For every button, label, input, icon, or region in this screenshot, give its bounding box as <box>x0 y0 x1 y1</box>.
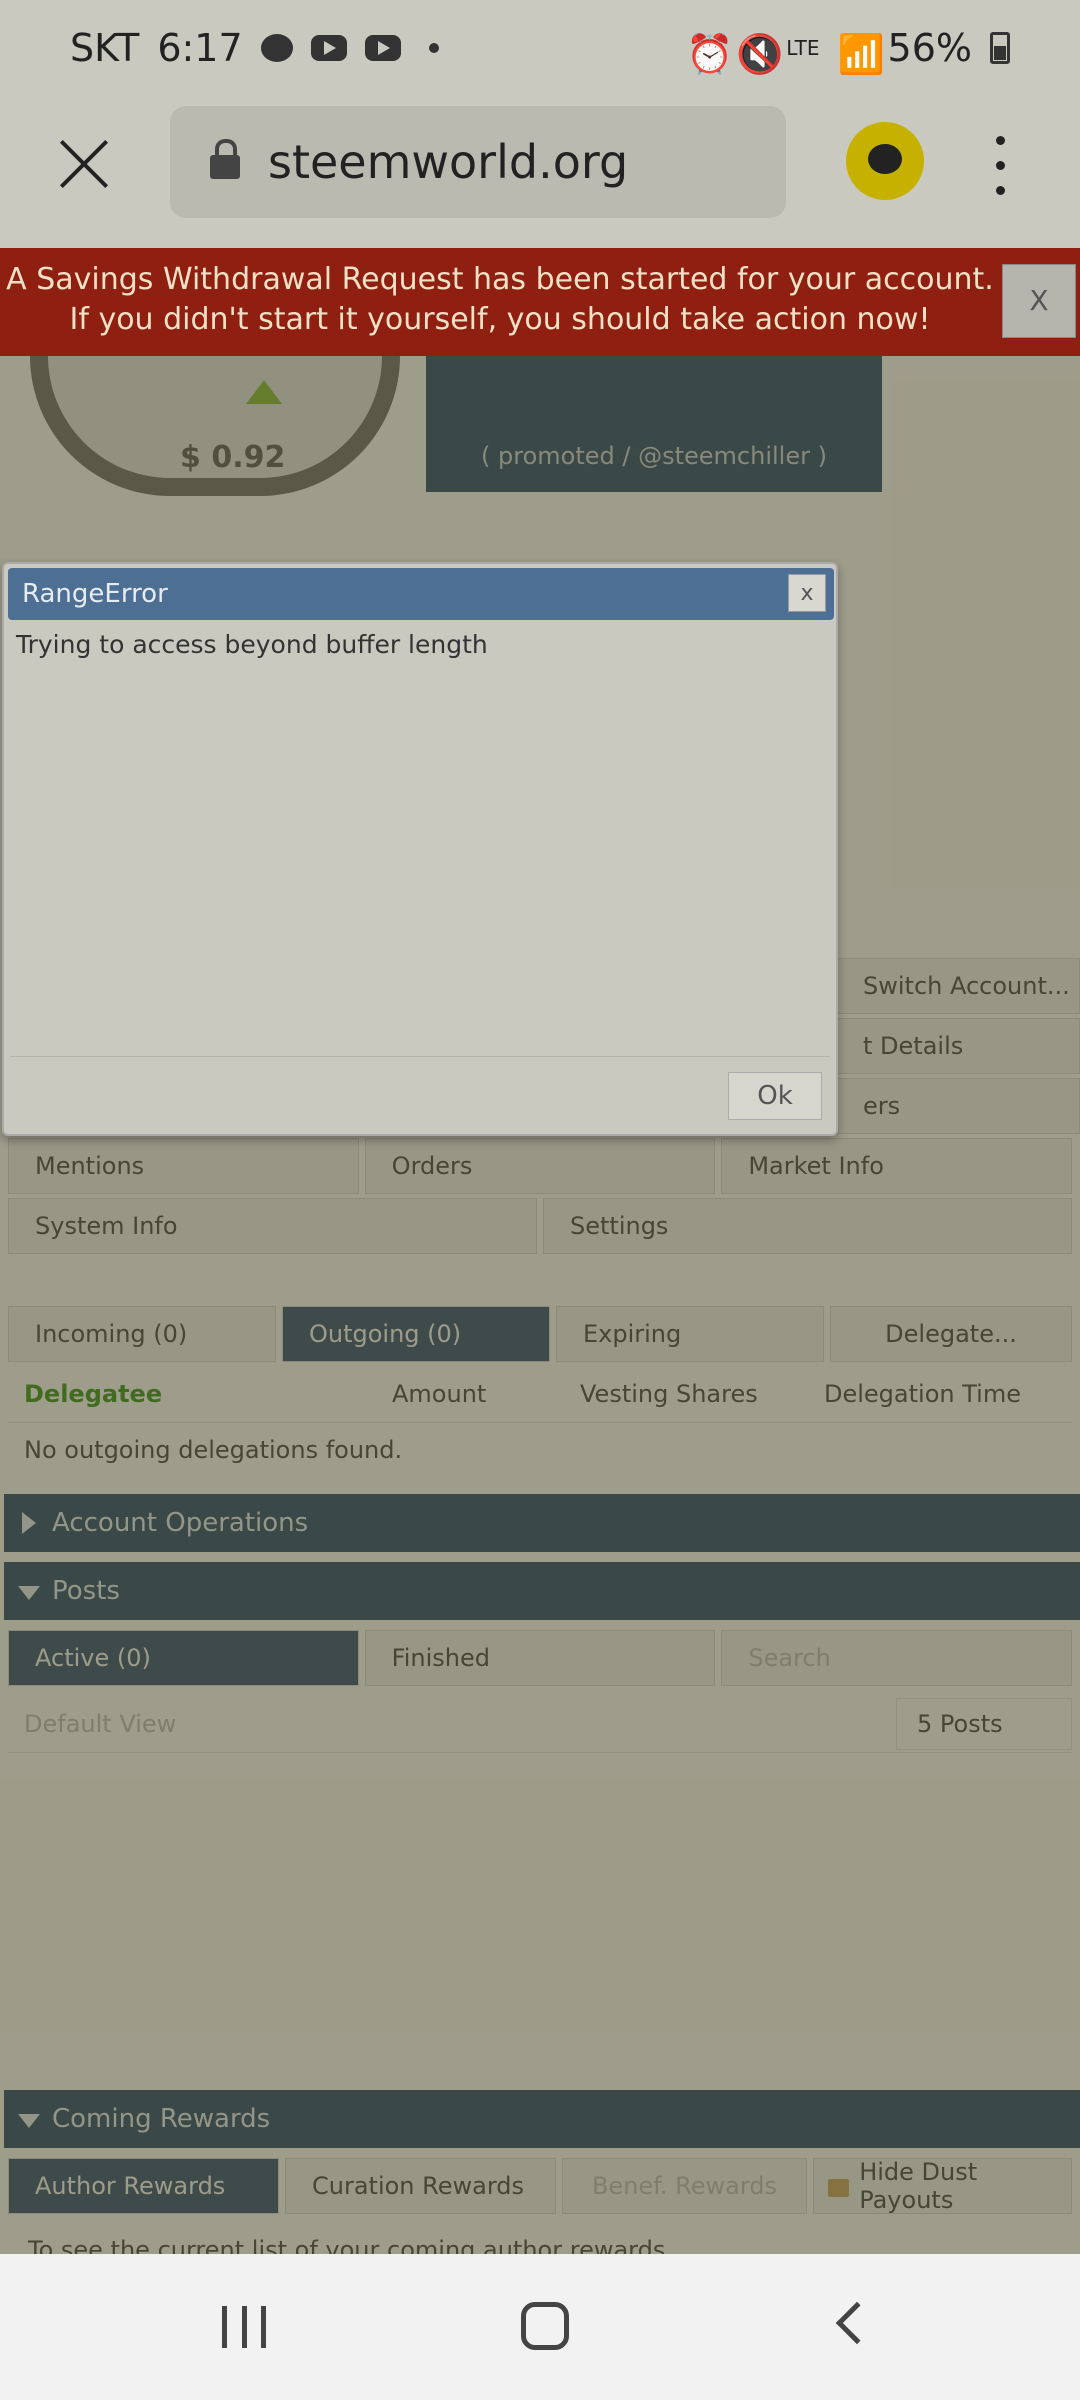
browser-toolbar: steemworld.org <box>0 96 1080 248</box>
dialog-divider <box>10 1056 830 1057</box>
youtube-icon <box>310 35 347 61</box>
notice-line-1: A Savings Withdrawal Request has been st… <box>6 262 994 297</box>
dialog-title: RangeError <box>22 579 168 609</box>
kakaotalk-icon <box>260 34 293 62</box>
battery-icon <box>990 32 1010 64</box>
more-options-icon[interactable] <box>996 136 1008 196</box>
system-navigation-bar <box>0 2254 1080 2400</box>
address-bar[interactable]: steemworld.org <box>170 106 786 218</box>
home-icon[interactable] <box>521 2302 569 2350</box>
carrier-label: SKT <box>70 26 140 70</box>
recent-apps-icon[interactable] <box>222 2306 266 2348</box>
close-tab-icon[interactable] <box>56 136 112 192</box>
dialog-close-button[interactable]: x <box>788 574 826 612</box>
dialog-ok-button[interactable]: Ok <box>728 1072 822 1120</box>
lock-icon <box>210 139 240 179</box>
status-bar: SKT 6:17 ⏰ 🔇 LTE 📶 56% <box>0 0 1080 96</box>
battery-label: 56% <box>887 26 972 70</box>
status-right: ⏰ 🔇 LTE 📶 56% <box>686 26 1010 76</box>
dialog-title-bar: RangeError x <box>8 568 834 620</box>
dialog-message: Trying to access beyond buffer length <box>16 630 488 659</box>
notice-close-button[interactable]: X <box>1002 264 1076 338</box>
more-notifications-icon <box>428 43 439 53</box>
signal-icon: 📶 <box>837 32 885 76</box>
savings-withdrawal-notice: A Savings Withdrawal Request has been st… <box>0 248 1080 356</box>
alarm-icon: ⏰ <box>686 32 734 76</box>
chat-icon[interactable] <box>846 122 924 200</box>
notice-line-2: If you didn't start it yourself, you sho… <box>69 302 931 337</box>
url-text: steemworld.org <box>268 135 629 189</box>
error-dialog: RangeError x Trying to access beyond buf… <box>2 562 838 1136</box>
status-left: SKT 6:17 <box>70 26 439 70</box>
youtube-icon-2 <box>364 35 401 61</box>
network-type-label: LTE <box>786 36 820 60</box>
clock: 6:17 <box>157 26 243 70</box>
back-icon[interactable] <box>835 2301 879 2345</box>
mute-icon: 🔇 <box>736 32 784 76</box>
